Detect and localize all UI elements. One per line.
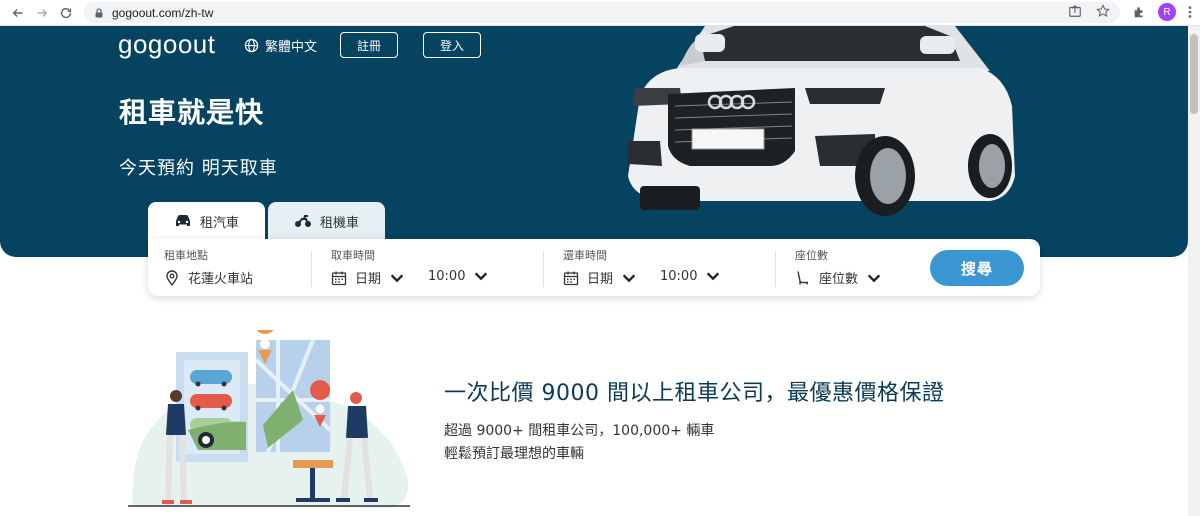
- pickup-time-value: 10:00: [428, 268, 466, 284]
- tab-rent-scooter[interactable]: 租機車: [268, 202, 385, 240]
- location-label: 租車地點: [164, 249, 208, 262]
- chevron-down-icon: [475, 272, 488, 281]
- return-time-select[interactable]: 10:00: [660, 268, 721, 284]
- seats-value: 座位數: [819, 272, 859, 287]
- return-time-field[interactable]: 還車時間 日期 10:00: [563, 239, 773, 296]
- chevron-down-icon: [867, 273, 881, 282]
- hero-subtitle: 今天預約 明天取車: [119, 158, 278, 179]
- language-switch[interactable]: 繁體中文: [244, 36, 317, 55]
- calendar-icon: [563, 271, 579, 285]
- page-scrollbar[interactable]: [1188, 26, 1200, 516]
- globe-icon: [244, 38, 259, 53]
- lock-icon: [95, 7, 103, 17]
- scooter-icon: [294, 215, 311, 227]
- promo-line-1: 超過 9000+ 間租車公司，100,000+ 輛車: [444, 423, 715, 439]
- pickup-date-value: 日期: [355, 272, 382, 287]
- white-suv-image: [628, 26, 1015, 216]
- reload-icon[interactable]: [54, 1, 78, 25]
- share-icon[interactable]: [1068, 4, 1082, 18]
- pickup-time-select[interactable]: 10:00: [428, 268, 489, 284]
- pickup-time-field[interactable]: 取車時間 日期 10:00: [331, 239, 541, 296]
- location-pin-icon: [166, 269, 178, 286]
- return-date-value: 日期: [587, 272, 614, 287]
- divider: [311, 251, 312, 287]
- language-label: 繁體中文: [265, 40, 318, 55]
- address-bar[interactable]: gogoout.com/zh-tw: [84, 2, 1120, 23]
- location-value: 花蓮火車站: [188, 272, 254, 287]
- back-icon[interactable]: [6, 1, 30, 25]
- car-icon: [175, 215, 190, 226]
- return-label: 還車時間: [563, 249, 607, 262]
- rental-search-bar: 租車地點 花蓮火車站 取車時間 日期 10:00 還車時間 日期 10:00 座…: [148, 239, 1040, 296]
- chevron-down-icon: [622, 273, 636, 282]
- seat-icon: [797, 270, 808, 284]
- url-text: gogoout.com/zh-tw: [112, 5, 214, 20]
- bookmark-star-icon[interactable]: [1096, 4, 1110, 18]
- login-button[interactable]: 登入: [423, 32, 481, 58]
- divider: [775, 251, 776, 287]
- calendar-icon: [331, 271, 347, 285]
- tab-label: 租汽車: [199, 215, 239, 231]
- return-time-value: 10:00: [660, 268, 698, 284]
- browser-toolbar: gogoout.com/zh-tw R: [0, 0, 1200, 26]
- chevron-down-icon: [707, 272, 720, 281]
- divider: [543, 251, 544, 287]
- scrollbar-thumb[interactable]: [1190, 34, 1198, 114]
- forward-icon[interactable]: [30, 1, 54, 25]
- register-button[interactable]: 註冊: [340, 32, 398, 58]
- seats-label: 座位數: [795, 249, 828, 262]
- search-button[interactable]: 搜尋: [930, 250, 1024, 286]
- promo-line-2: 輕鬆預訂最理想的車輛: [444, 446, 584, 462]
- rental-comparison-illustration: [128, 330, 410, 508]
- hero-banner: gogoout 繁體中文 註冊 登入 租車就是快 今天預約 明天取車 租汽車 租…: [0, 26, 1188, 257]
- seats-field[interactable]: 座位數 座位數: [795, 239, 905, 296]
- tab-rent-car[interactable]: 租汽車: [148, 202, 265, 240]
- more-menu-icon[interactable]: [1188, 5, 1192, 19]
- hero-title: 租車就是快: [119, 96, 265, 129]
- tab-label: 租機車: [319, 215, 359, 231]
- return-date-select[interactable]: 日期: [563, 268, 637, 287]
- profile-avatar[interactable]: R: [1158, 3, 1176, 21]
- location-field[interactable]: 租車地點 花蓮火車站: [164, 239, 314, 296]
- promo-title: 一次比價 9000 間以上租車公司，最優惠價格保證: [444, 381, 945, 406]
- gogoout-logo[interactable]: gogoout: [118, 29, 215, 60]
- extensions-puzzle-icon[interactable]: [1132, 5, 1146, 19]
- chevron-down-icon: [390, 273, 404, 282]
- vehicle-type-tabs: 租汽車 租機車: [148, 202, 385, 240]
- pickup-label: 取車時間: [331, 249, 375, 262]
- pickup-date-select[interactable]: 日期: [331, 268, 405, 287]
